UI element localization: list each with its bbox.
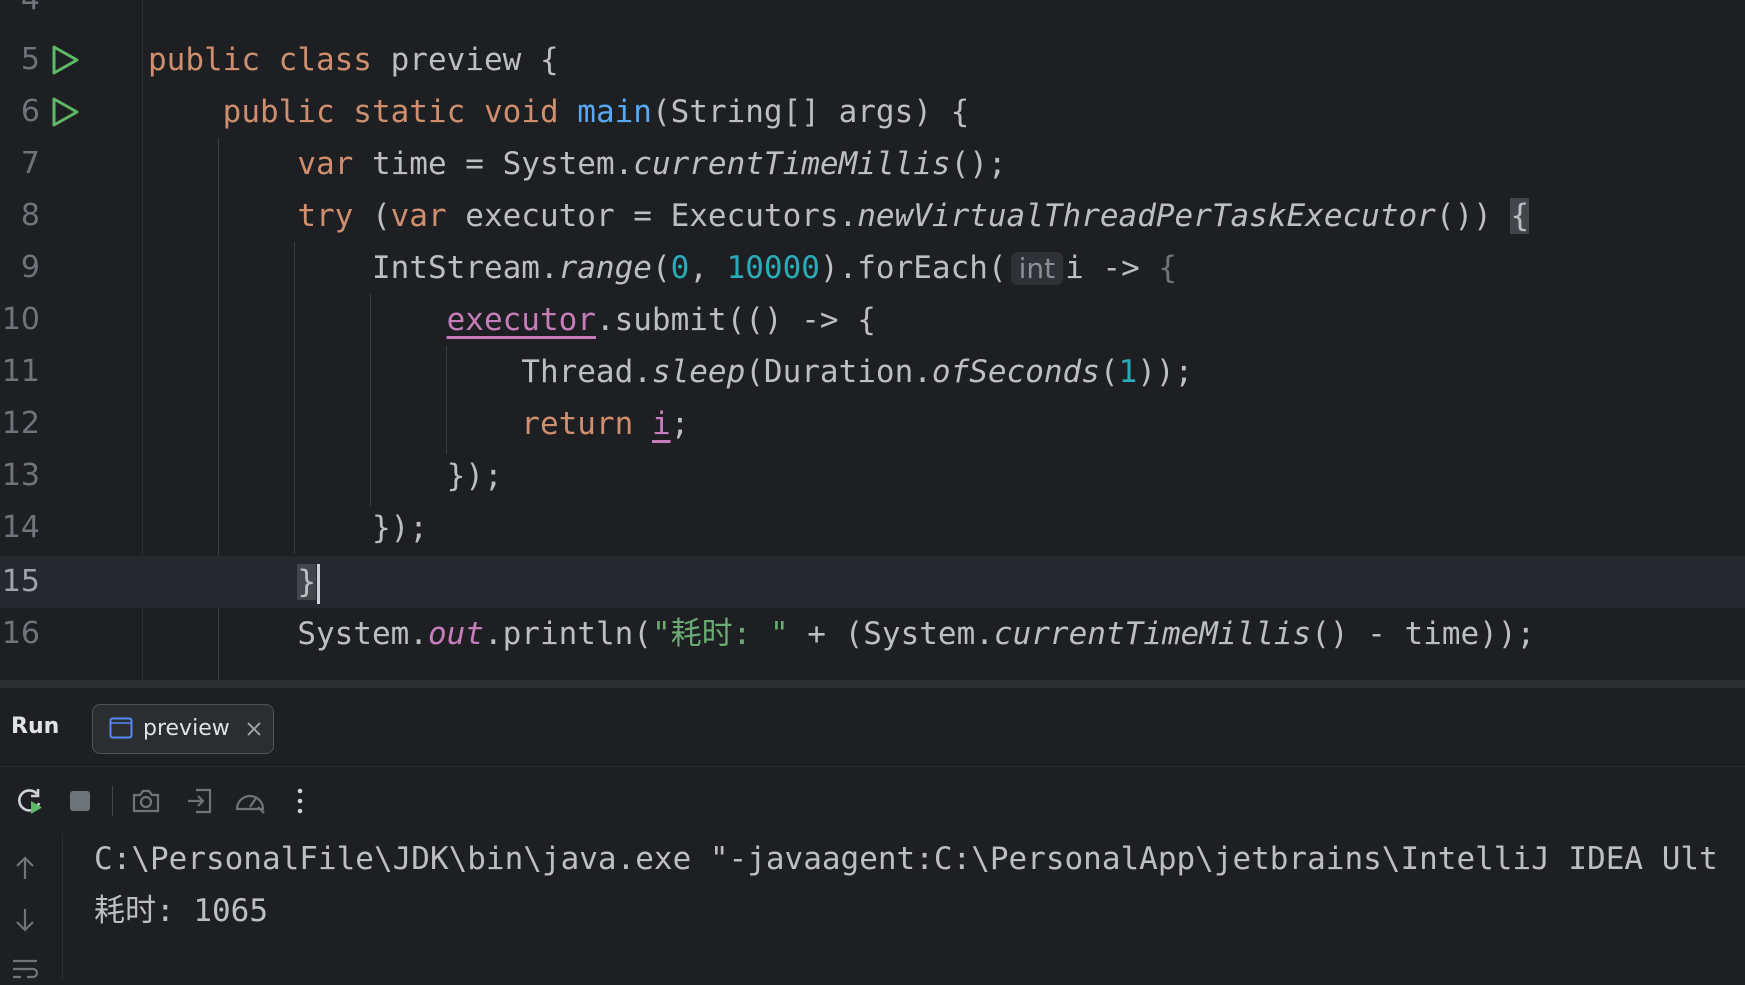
code-text: try (var executor = Executors.newVirtual…	[297, 198, 1530, 234]
code-text: public static void main(String[] args) {	[222, 94, 970, 130]
run-toolbar	[0, 776, 1745, 826]
code-text: public class preview {	[148, 42, 559, 78]
run-tab-preview[interactable]: preview	[92, 704, 274, 754]
line-number: 7	[20, 146, 40, 181]
console-output-line: C:\PersonalFile\JDK\bin\java.exe "-javaa…	[94, 841, 1718, 877]
panel-splitter[interactable]	[0, 680, 1745, 688]
line-number: 13	[1, 458, 40, 493]
inlay-type-hint: int	[1010, 252, 1064, 285]
text-caret	[316, 563, 320, 604]
code-text: System.out.println("耗时: " + (System.curr…	[297, 616, 1536, 652]
code-line-6: 6 public static void main(String[] args)…	[0, 86, 1745, 138]
console-output-line: 耗时: 1065	[94, 893, 268, 929]
console-side-toolbar	[0, 833, 63, 980]
line-number: 8	[20, 198, 40, 233]
run-panel-title: Run	[11, 714, 60, 739]
line-number: 15	[1, 564, 40, 599]
code-text: }	[148, 556, 320, 608]
code-line-16: 16 System.out.println("耗时: " + (System.c…	[0, 608, 1745, 660]
profiler-icon[interactable]	[232, 783, 268, 819]
arrow-down-icon[interactable]	[10, 905, 40, 935]
code-line-15: 15 }	[0, 556, 1745, 608]
code-text: IntStream.range(0, 10000).forEach(int i -…	[371, 250, 1178, 286]
code-text: return i;	[521, 406, 690, 442]
code-line-4: 4	[0, 0, 1745, 26]
camera-icon[interactable]	[128, 783, 164, 819]
matched-brace: {	[1510, 198, 1530, 234]
arrow-up-icon[interactable]	[10, 853, 40, 883]
run-gutter-icon[interactable]	[48, 43, 82, 77]
rerun-icon[interactable]	[12, 783, 48, 819]
stop-icon[interactable]	[62, 783, 98, 819]
code-text: });	[446, 458, 503, 494]
run-gutter-icon[interactable]	[48, 95, 82, 129]
line-number: 6	[20, 94, 40, 129]
line-number: 10	[1, 302, 40, 337]
console-icon	[109, 717, 133, 743]
more-icon[interactable]	[282, 783, 318, 819]
code-line-11: 11 Thread.sleep(Duration.ofSeconds(1));	[0, 346, 1745, 398]
toolbar-separator	[112, 786, 113, 816]
code-line-7: 7 var time = System.currentTimeMillis();	[0, 138, 1745, 190]
code-line-8: 8 try (var executor = Executors.newVirtu…	[0, 190, 1745, 242]
run-tab-label: preview	[143, 716, 230, 741]
code-line-9: 9 IntStream.range(0, 10000).forEach(int i…	[0, 242, 1745, 294]
code-line-12: 12 return i;	[0, 398, 1745, 450]
code-line-13: 13 });	[0, 450, 1745, 502]
code-line-5: 5 public class preview {	[0, 34, 1745, 86]
line-number: 11	[1, 354, 40, 389]
code-line-14: 14 });	[0, 502, 1745, 554]
line-number: 5	[20, 42, 40, 77]
close-icon[interactable]	[245, 720, 263, 742]
line-number: 14	[1, 510, 40, 545]
code-editor[interactable]: 4 5 public class preview { 6 public stat…	[0, 0, 1745, 680]
code-text: Thread.sleep(Duration.ofSeconds(1));	[521, 354, 1194, 390]
run-tool-window: Run preview C:\PersonalFile\JDK\bin\java…	[0, 688, 1745, 980]
code-line-10: 10 executor.submit(() -> {	[0, 294, 1745, 346]
login-icon[interactable]	[182, 783, 218, 819]
line-number: 4	[0, 0, 40, 26]
line-number: 16	[1, 616, 40, 651]
run-tab-bar: Run preview	[0, 688, 1745, 767]
code-text: var time = System.currentTimeMillis();	[297, 146, 1007, 182]
line-number: 12	[1, 406, 40, 441]
line-number: 9	[20, 250, 40, 285]
matched-brace: }	[297, 564, 316, 600]
soft-wrap-icon[interactable]	[10, 955, 40, 985]
code-text: });	[371, 510, 428, 546]
code-text: executor.submit(() -> {	[446, 302, 876, 338]
